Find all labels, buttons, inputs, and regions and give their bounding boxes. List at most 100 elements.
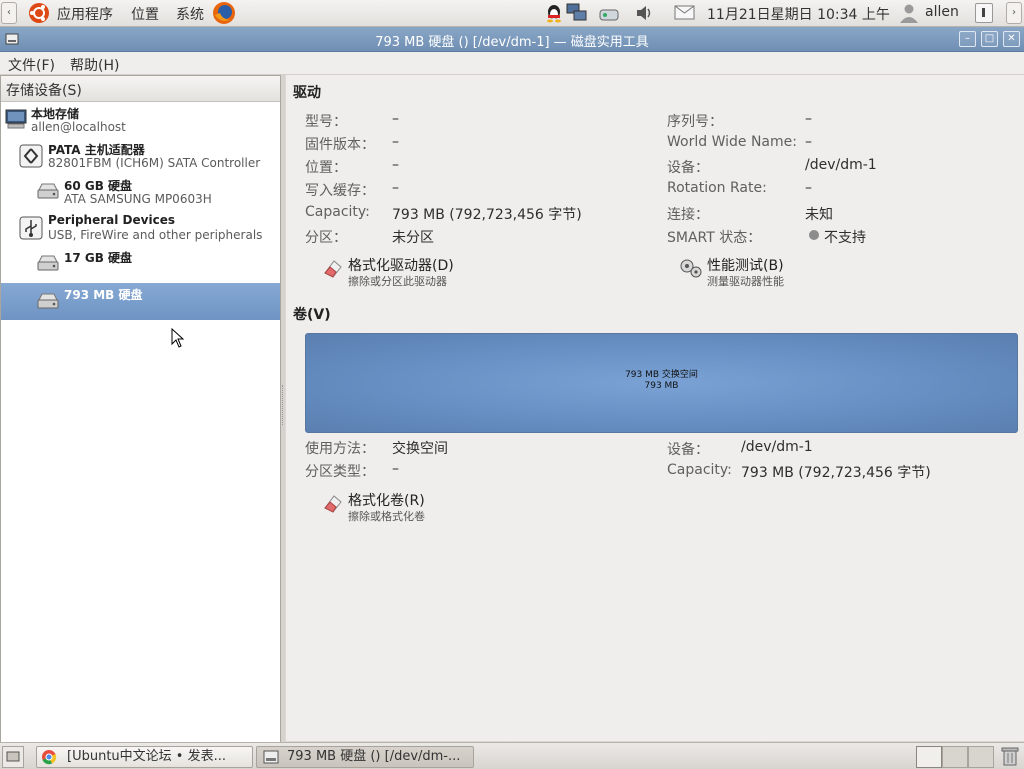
tree-item-title: 17 GB 硬盘: [64, 251, 133, 265]
top-panel: ‹ 应用程序 位置 系统 11月21日星期日 10:34 上午 allen ›: [0, 0, 1024, 27]
gears-icon: [680, 259, 702, 278]
show-desktop-button[interactable]: [2, 746, 24, 768]
workspace-1[interactable]: [916, 746, 942, 768]
mail-icon[interactable]: [674, 5, 696, 21]
smart-status-value: 不支持: [824, 230, 866, 246]
device-value: /dev/dm-1: [805, 157, 877, 173]
firmware-value: –: [392, 134, 399, 150]
tree-item-title: 793 MB 硬盘: [64, 288, 143, 302]
usb-icon: [19, 216, 43, 240]
format-volume-description: 擦除或格式化卷: [348, 510, 425, 523]
harddisk-icon: [37, 293, 59, 309]
close-button[interactable]: ✕: [1003, 31, 1020, 47]
usage-label: 使用方法：: [305, 441, 375, 457]
taskbar-item-label: 793 MB 硬盘 () [/dev/dm-...: [287, 749, 461, 764]
tree-header-label: 存储设备(S): [6, 83, 82, 99]
tree-item-17gb-disk[interactable]: 17 GB 硬盘: [1, 247, 280, 281]
taskbar-item-browser[interactable]: [Ubuntu中文论坛 • 发表...: [36, 746, 253, 768]
eraser-icon: [324, 495, 342, 513]
partition-type-label: 分区类型：: [305, 464, 375, 480]
harddisk-icon: [37, 183, 59, 199]
rotation-rate-value: –: [805, 180, 812, 196]
computer-icon: [5, 109, 27, 129]
volume-capacity-label: Capacity:: [667, 462, 732, 478]
write-cache-label: 写入缓存：: [305, 183, 375, 199]
format-drive-title: 格式化驱动器(D): [348, 258, 454, 274]
user-icon[interactable]: [898, 2, 920, 24]
volume-icon[interactable]: [635, 4, 655, 22]
splitter-grip: [282, 385, 285, 425]
taskbar-item-label: [Ubuntu中文论坛 • 发表...: [67, 749, 226, 764]
capacity-label: Capacity:: [305, 204, 370, 220]
benchmark-title: 性能测试(B): [707, 258, 784, 274]
storage-device-tree[interactable]: 存储设备(S) 本地存储 allen@localhost PATA 主机适配器 …: [0, 75, 281, 743]
model-value: –: [392, 111, 399, 127]
drive-section-title: 驱动: [293, 85, 321, 101]
device-icon[interactable]: [598, 4, 620, 22]
harddisk-icon: [37, 255, 59, 271]
tree-item-title: Peripheral Devices: [48, 213, 175, 227]
tree-item-subtitle: USB, FireWire and other peripherals: [48, 228, 263, 242]
taskbar-item-disk-utility[interactable]: 793 MB 硬盘 () [/dev/dm-...: [256, 746, 474, 768]
window-titlebar[interactable]: 793 MB 硬盘 () [/dev/dm-1] — 磁盘实用工具 – □ ✕: [0, 27, 1024, 52]
menubar: 文件(F) 帮助(H): [0, 52, 1024, 75]
tree-header[interactable]: 存储设备(S): [1, 76, 280, 102]
firmware-label: 固件版本：: [305, 137, 375, 153]
format-volume-button[interactable]: 格式化卷(R) 擦除或格式化卷: [322, 488, 522, 524]
workspace-3[interactable]: [968, 746, 994, 768]
eraser-icon: [324, 260, 342, 278]
bottom-panel: [Ubuntu中文论坛 • 发表... 793 MB 硬盘 () [/dev/d…: [0, 742, 1024, 769]
location-label: 位置：: [305, 160, 347, 176]
maximize-button[interactable]: □: [981, 31, 998, 47]
tree-item-60gb-disk[interactable]: 60 GB 硬盘 ATA SAMSUNG MP0603H: [1, 175, 280, 209]
volume-capacity-value: 793 MB (792,723,456 字节): [741, 465, 931, 481]
window-title: 793 MB 硬盘 () [/dev/dm-1] — 磁盘实用工具: [375, 35, 649, 50]
benchmark-button[interactable]: 性能测试(B) 测量驱动器性能: [679, 253, 879, 289]
wwn-value: –: [805, 134, 812, 150]
user-name[interactable]: allen: [925, 4, 959, 20]
system-menu[interactable]: 系统: [176, 4, 204, 24]
format-drive-button[interactable]: 格式化驱动器(D) 擦除或分区此驱动器: [322, 253, 522, 289]
tree-item-subtitle: 82801FBM (ICH6M) SATA Controller: [48, 156, 261, 170]
clock[interactable]: 11月21日星期日 10:34 上午: [707, 4, 890, 24]
wwn-label: World Wide Name:: [667, 134, 797, 150]
tree-item-subtitle: ATA SAMSUNG MP0603H: [64, 192, 212, 206]
file-menu[interactable]: 文件(F): [8, 55, 55, 75]
capacity-value: 793 MB (792,723,456 字节): [392, 207, 582, 223]
help-menu[interactable]: 帮助(H): [70, 55, 119, 75]
details-pane: 驱动 型号： – 固件版本： – 位置： – 写入缓存： – Capacity:…: [286, 75, 1024, 741]
format-volume-title: 格式化卷(R): [348, 493, 425, 509]
trash-icon[interactable]: [1000, 745, 1020, 767]
ubuntu-logo-icon[interactable]: [28, 2, 50, 24]
places-menu[interactable]: 位置: [131, 4, 159, 24]
disk-utility-icon: [263, 750, 279, 764]
qq-icon[interactable]: [544, 3, 564, 23]
minimize-button[interactable]: –: [959, 31, 976, 47]
shutdown-button[interactable]: [975, 3, 993, 23]
volume-bar-size: 793 MB: [644, 381, 679, 391]
workspace-2[interactable]: [942, 746, 968, 768]
controller-icon: [19, 144, 43, 168]
volume-bar-label: 793 MB 交换空间: [625, 370, 698, 380]
volumes-section-title: 卷(V): [293, 307, 331, 323]
tree-item-793mb-disk-selected[interactable]: 793 MB 硬盘: [1, 283, 280, 320]
chrome-icon: [42, 750, 57, 765]
volume-device-label: 设备：: [667, 442, 709, 458]
tree-item-pata-adapter[interactable]: PATA 主机适配器 82801FBM (ICH6M) SATA Control…: [1, 139, 280, 173]
serial-label: 序列号：: [667, 114, 723, 130]
panel-right-arrow[interactable]: ›: [1006, 2, 1022, 24]
panel-left-arrow[interactable]: ‹: [1, 2, 17, 24]
pane-splitter[interactable]: [281, 75, 285, 741]
volume-bar-swap[interactable]: 793 MB 交换空间 793 MB: [305, 333, 1018, 433]
firefox-icon[interactable]: [212, 1, 236, 25]
tree-item-subtitle: allen@localhost: [31, 120, 126, 134]
tree-item-local-storage[interactable]: 本地存储 allen@localhost: [1, 103, 280, 137]
format-drive-description: 擦除或分区此驱动器: [348, 275, 447, 288]
device-label: 设备：: [667, 160, 709, 176]
desktop-icon: [6, 751, 20, 762]
tree-item-peripheral-devices[interactable]: Peripheral Devices USB, FireWire and oth…: [1, 211, 280, 245]
network-icon[interactable]: [565, 2, 589, 24]
applications-menu[interactable]: 应用程序: [57, 4, 113, 24]
smart-status-label: SMART 状态：: [667, 230, 762, 246]
benchmark-description: 测量驱动器性能: [707, 275, 784, 288]
